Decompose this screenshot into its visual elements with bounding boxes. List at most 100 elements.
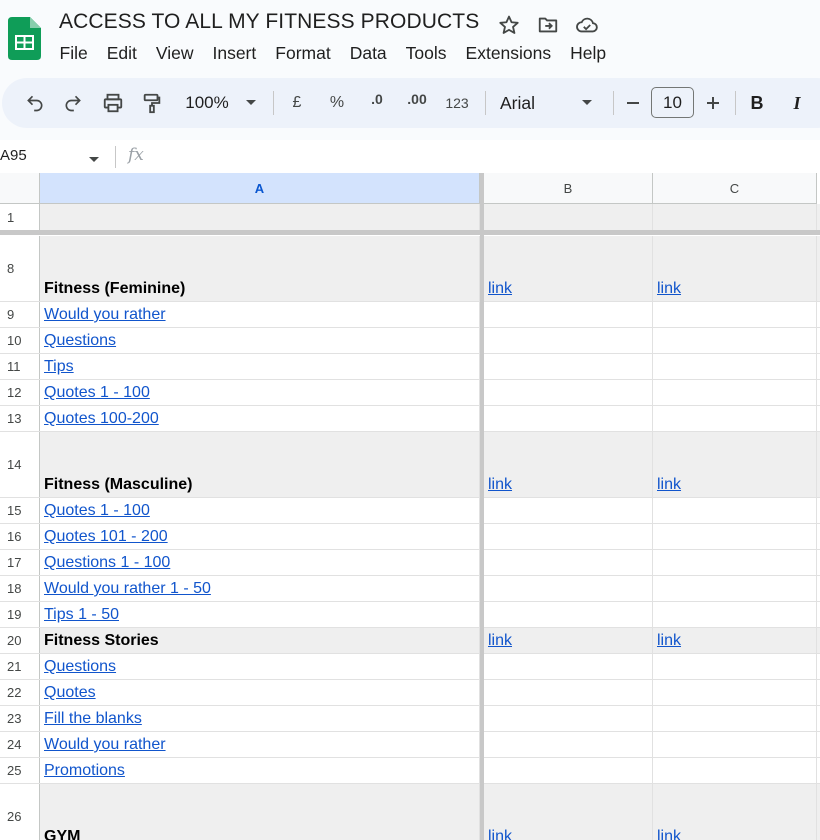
zoom-select[interactable]: 100% <box>180 78 234 128</box>
row-header[interactable]: 9 <box>0 302 40 327</box>
section-title[interactable]: GYM <box>44 828 80 840</box>
increase-decimal-button[interactable]: .00 <box>402 78 432 128</box>
cell-c[interactable] <box>653 380 817 405</box>
italic-button[interactable]: I <box>786 78 808 128</box>
product-link[interactable]: Fill the blanks <box>44 710 142 728</box>
cell-c[interactable] <box>653 354 817 379</box>
star-icon[interactable] <box>496 12 522 38</box>
cell-a[interactable]: Questions 1 - 100 <box>40 550 480 575</box>
cell-b[interactable] <box>484 498 653 523</box>
section-title[interactable]: Fitness (Feminine) <box>44 280 185 298</box>
product-link[interactable]: Tips <box>44 358 74 376</box>
cell-c[interactable] <box>653 706 817 731</box>
cell-b[interactable] <box>484 654 653 679</box>
link-cell-text[interactable]: link <box>488 828 512 840</box>
cell-c[interactable] <box>653 602 817 627</box>
row-header[interactable]: 26 <box>0 784 40 840</box>
cell-a[interactable]: GYM <box>40 784 480 840</box>
product-link[interactable]: Quotes 1 - 100 <box>44 502 150 520</box>
product-link[interactable]: Would you rather <box>44 736 166 754</box>
cell-a[interactable]: Quotes 1 - 100 <box>40 380 480 405</box>
cell-a[interactable] <box>40 204 480 230</box>
print-icon[interactable] <box>100 78 126 128</box>
row-header[interactable]: 10 <box>0 328 40 353</box>
cell-a[interactable]: Would you rather <box>40 732 480 757</box>
frozen-rows-divider[interactable] <box>0 230 820 235</box>
product-link[interactable]: Promotions <box>44 762 125 780</box>
cell-a[interactable]: Fitness Stories <box>40 628 480 653</box>
font-size-input[interactable]: 10 <box>651 87 694 118</box>
product-link[interactable]: Quotes <box>44 684 96 702</box>
link-cell-text[interactable]: link <box>488 476 512 494</box>
row-header[interactable]: 13 <box>0 406 40 431</box>
cell-c[interactable] <box>653 328 817 353</box>
cell-b[interactable] <box>484 354 653 379</box>
cell-c[interactable] <box>653 302 817 327</box>
cell-b[interactable] <box>484 302 653 327</box>
cell-c[interactable]: link <box>653 432 817 497</box>
link-cell-text[interactable]: link <box>657 828 681 840</box>
increase-font-size-icon[interactable] <box>702 78 724 128</box>
cell-b[interactable] <box>484 680 653 705</box>
percent-button[interactable]: % <box>325 78 349 128</box>
cell-a[interactable]: Quotes 101 - 200 <box>40 524 480 549</box>
cloud-status-icon[interactable] <box>574 12 600 38</box>
cell-c[interactable]: link <box>653 236 817 301</box>
paint-format-icon[interactable] <box>139 78 165 128</box>
section-title[interactable]: Fitness Stories <box>44 632 159 650</box>
menu-file[interactable]: File <box>50 43 97 64</box>
cell-c[interactable] <box>653 654 817 679</box>
cell-a[interactable]: Quotes <box>40 680 480 705</box>
cell-a[interactable]: Would you rather <box>40 302 480 327</box>
cell-c[interactable] <box>653 550 817 575</box>
cell-b[interactable] <box>484 328 653 353</box>
decrease-font-size-icon[interactable] <box>622 78 644 128</box>
cell-b[interactable] <box>484 524 653 549</box>
row-header[interactable]: 14 <box>0 432 40 497</box>
name-box[interactable]: A95 <box>0 147 27 164</box>
menu-data[interactable]: Data <box>340 43 396 64</box>
decrease-decimal-button[interactable]: .0 <box>362 78 392 128</box>
redo-icon[interactable] <box>60 78 86 128</box>
cell-b[interactable] <box>484 732 653 757</box>
cell-a[interactable]: Quotes 1 - 100 <box>40 498 480 523</box>
product-link[interactable]: Questions 1 - 100 <box>44 554 170 572</box>
row-header[interactable]: 11 <box>0 354 40 379</box>
column-header-c[interactable]: C <box>653 173 817 204</box>
row-header[interactable]: 25 <box>0 758 40 783</box>
row-header[interactable]: 18 <box>0 576 40 601</box>
product-link[interactable]: Would you rather <box>44 306 166 324</box>
product-link[interactable]: Questions <box>44 658 116 676</box>
zoom-dropdown-icon[interactable] <box>242 78 260 128</box>
row-header[interactable]: 21 <box>0 654 40 679</box>
column-header-a[interactable]: A <box>40 173 480 204</box>
link-cell-text[interactable]: link <box>488 280 512 298</box>
link-cell-text[interactable]: link <box>488 632 512 650</box>
cell-a[interactable]: Questions <box>40 654 480 679</box>
link-cell-text[interactable]: link <box>657 632 681 650</box>
menu-extensions[interactable]: Extensions <box>456 43 561 64</box>
link-cell-text[interactable]: link <box>657 476 681 494</box>
row-header[interactable]: 12 <box>0 380 40 405</box>
document-title[interactable]: ACCESS TO ALL MY FITNESS PRODUCTS <box>59 10 479 34</box>
cell-b[interactable]: link <box>484 236 653 301</box>
cell-c[interactable] <box>653 758 817 783</box>
cell-a[interactable]: Tips 1 - 50 <box>40 602 480 627</box>
product-link[interactable]: Tips 1 - 50 <box>44 606 119 624</box>
name-box-dropdown-icon[interactable] <box>88 151 100 169</box>
number-format-button[interactable]: 123 <box>442 78 472 128</box>
cell-b[interactable] <box>484 602 653 627</box>
menu-insert[interactable]: Insert <box>203 43 266 64</box>
undo-icon[interactable] <box>22 78 48 128</box>
select-all-corner[interactable] <box>0 173 40 204</box>
cell-c[interactable] <box>653 406 817 431</box>
menu-format[interactable]: Format <box>266 43 340 64</box>
cell-b[interactable] <box>484 204 653 230</box>
cell-a[interactable]: Tips <box>40 354 480 379</box>
row-header[interactable]: 17 <box>0 550 40 575</box>
font-select[interactable]: Arial <box>500 78 593 128</box>
cell-a[interactable]: Fill the blanks <box>40 706 480 731</box>
link-cell-text[interactable]: link <box>657 280 681 298</box>
row-header[interactable]: 19 <box>0 602 40 627</box>
row-header[interactable]: 23 <box>0 706 40 731</box>
